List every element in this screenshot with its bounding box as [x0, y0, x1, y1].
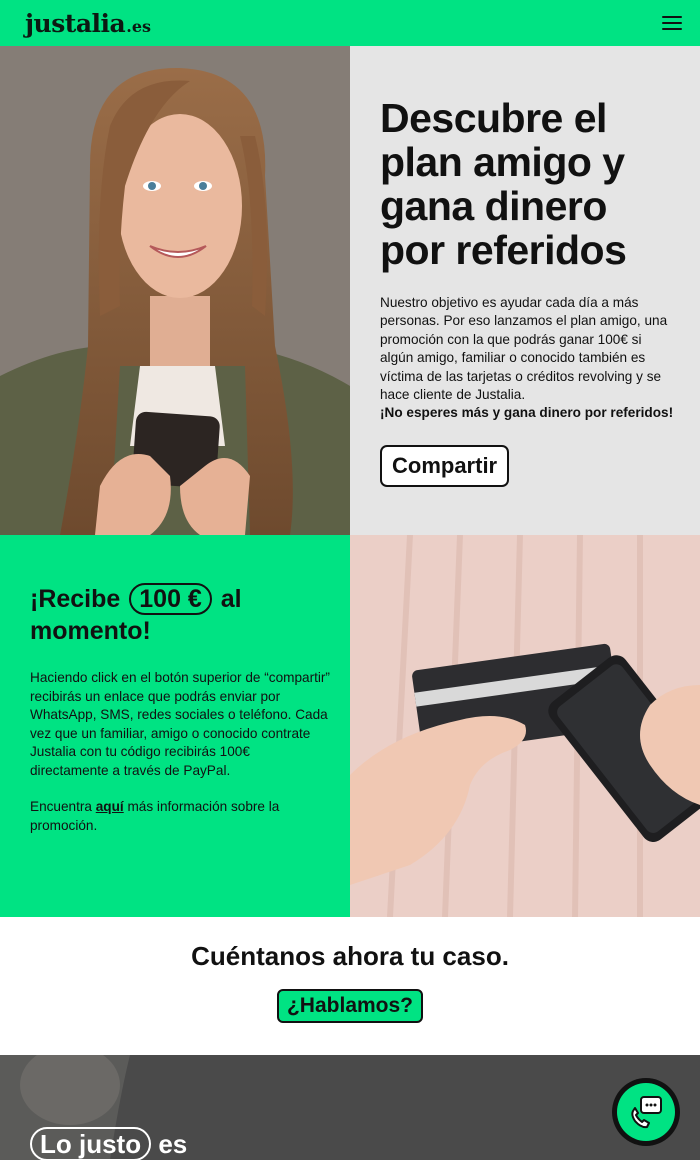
reward-info-link[interactable]: aquí [96, 799, 124, 814]
hablamos-button[interactable]: ¿Hablamos? [276, 989, 424, 1023]
reward-info-pre: Encuentra [30, 799, 96, 814]
hamburger-menu-icon[interactable] [662, 16, 682, 30]
reward-title: ¡Recibe 100 € al momento! [30, 583, 330, 647]
site-header: justalia .es [0, 0, 700, 46]
reward-title-post-2: momento! [30, 617, 151, 645]
bottom-title-rest: es [158, 1129, 188, 1159]
bottom-title-pill: Lo justo [30, 1127, 152, 1160]
hero-title: Descubre el plan amigo y gana dinero por… [380, 95, 627, 273]
share-button[interactable]: Compartir [380, 444, 510, 487]
chat-phone-icon [617, 1083, 675, 1141]
justalia-logo[interactable]: justalia .es [25, 9, 151, 38]
reward-title-pre: ¡Recibe [30, 585, 121, 613]
hero-text-panel: Descubre el plan amigo y gana dinero por… [350, 46, 700, 535]
reward-panel: ¡Recibe 100 € al momento! Haciendo click… [0, 535, 350, 917]
reward-title-post-1: al [220, 585, 242, 613]
reward-info: Encuentra aquí más información sobre la … [30, 798, 330, 835]
logo-tld: .es [126, 16, 152, 36]
cta-title: Cuéntanos ahora tu caso. [191, 941, 509, 971]
hero-strong-text: ¡No esperes más y gana dinero por referi… [380, 405, 674, 421]
bottom-title: Lo justo es [30, 1127, 187, 1160]
logo-main: justalia [25, 8, 126, 38]
reward-amount-pill: 100 € [129, 583, 212, 615]
bottom-hero-section: Lo justo es [0, 1055, 700, 1160]
hero-paragraph: Nuestro objetivo es ayudar cada día a má… [380, 295, 668, 403]
hero-woman-photo [0, 46, 350, 535]
card-phone-photo [350, 535, 700, 917]
chat-button[interactable] [612, 1078, 680, 1146]
cta-section: Cuéntanos ahora tu caso. ¿Hablamos? [0, 917, 700, 1055]
reward-paragraph: Haciendo click en el botón superior de “… [30, 670, 330, 778]
